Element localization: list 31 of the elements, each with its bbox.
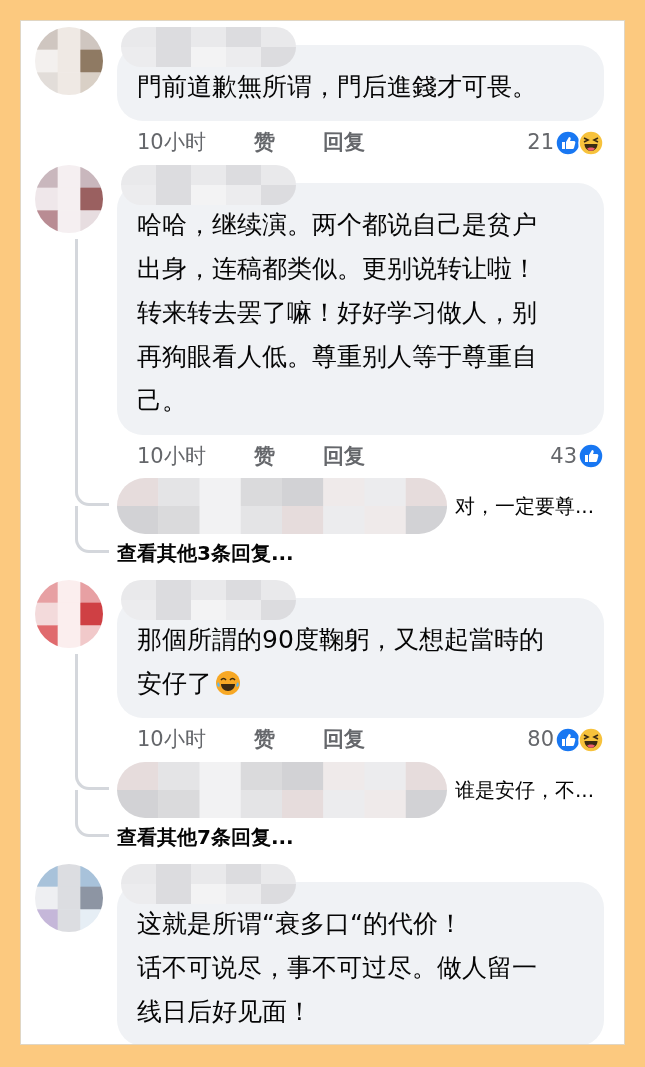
thumbs-up-icon <box>555 726 581 753</box>
timestamp: 10小时 <box>137 442 206 470</box>
reply-preview[interactable]: 谁是安仔，不... <box>455 774 595 805</box>
reply-preview[interactable]: 对，一定要尊... <box>455 491 595 521</box>
blurred-avatar <box>35 164 103 233</box>
like-link[interactable]: 赞 <box>253 127 275 159</box>
reaction-count: 43 <box>550 442 577 470</box>
blurred-avatar <box>35 580 103 648</box>
comment-text: 哈哈，继续演。两个都说自己是贫户出身，连稿都类似。更别说转让啦！转来转去罢了嘛！好好学习做人，别再狗眼看人低。尊重别人等于尊重自己。 <box>137 208 538 417</box>
laughing-tears-emoji-icon <box>215 670 241 696</box>
comment-text: 那個所謂的90度鞠躬，又想起當時的安仔了 <box>137 624 545 700</box>
like-link[interactable]: 赞 <box>253 724 275 756</box>
reply-link[interactable]: 回复 <box>322 724 365 756</box>
blurred-avatar <box>35 27 103 95</box>
reaction-count: 80 <box>527 726 554 753</box>
comment-text: 这就是所谓“衰多口“的代价！ <box>137 907 464 940</box>
blurred-avatar <box>35 863 103 932</box>
reply-link[interactable]: 回复 <box>322 127 365 159</box>
timestamp: 10小时 <box>137 726 206 753</box>
timestamp: 10小时 <box>137 129 206 156</box>
comment-text: 門前道歉無所谓，門后進錢才可畏。 <box>137 71 538 103</box>
view-more-replies-link[interactable]: 查看其他7条回复... <box>117 817 294 856</box>
comment-text: 话不可说尽，事不可过尽。做人留一线日后好见面！ <box>137 951 538 1028</box>
view-more-replies-link[interactable]: 查看其他3条回复... <box>117 534 294 572</box>
laughing-face-icon <box>578 129 604 156</box>
laughing-face-icon <box>578 726 604 753</box>
reaction-count: 21 <box>527 129 554 156</box>
thumbs-up-icon <box>555 129 581 156</box>
reply-link[interactable]: 回复 <box>322 440 365 472</box>
thumbs-up-icon <box>578 443 604 470</box>
like-link[interactable]: 赞 <box>253 440 275 472</box>
